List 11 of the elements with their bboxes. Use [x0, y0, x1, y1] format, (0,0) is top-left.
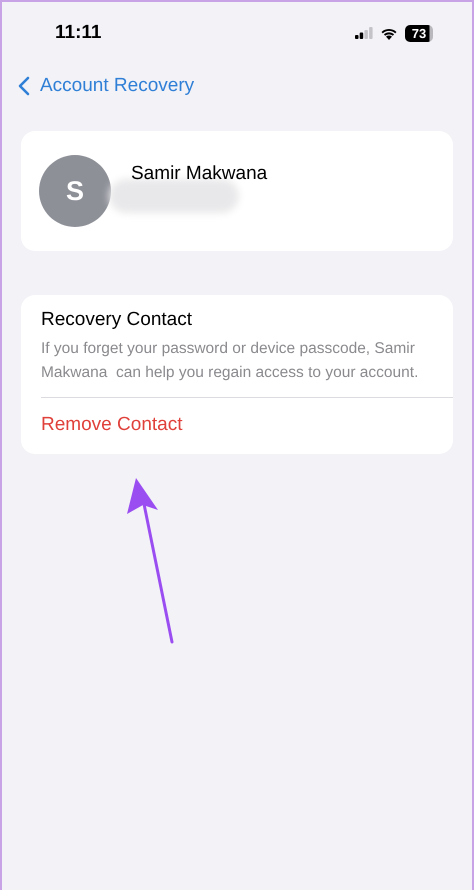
remove-contact-link[interactable]: Remove Contact	[41, 414, 183, 435]
avatar: S	[39, 155, 111, 227]
section-title: Recovery Contact	[41, 309, 194, 331]
section-description: If you forget your password or device passcode, Samir Makwana can help you regain access to your account.	[41, 339, 419, 383]
chevron-left-icon	[18, 76, 30, 96]
contact-name: Samir Makwana	[131, 163, 268, 185]
back-button[interactable]: Account Recovery	[12, 74, 200, 98]
battery-indicator: 73	[405, 24, 433, 42]
status-time: 11:11	[55, 22, 102, 44]
signal-icon	[355, 27, 373, 39]
wifi-icon	[380, 26, 398, 40]
